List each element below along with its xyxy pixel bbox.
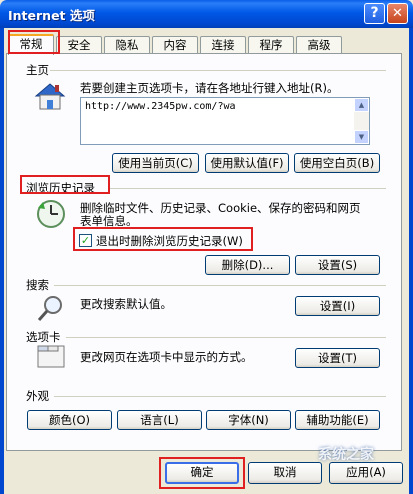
history-clock-icon [37, 200, 65, 228]
search-separator [54, 285, 386, 286]
watermark-text: 系统之家 [318, 447, 374, 463]
home-section-label: 主页 [26, 63, 49, 77]
window-frame-right [409, 28, 413, 494]
languages-button[interactable]: 语言(L) [117, 410, 202, 430]
history-separator [110, 188, 386, 189]
apply-button[interactable]: 应用(A) [329, 462, 403, 484]
search-settings-button[interactable]: 设置(I) [295, 296, 380, 316]
window-title: Internet 选项 [8, 8, 95, 23]
search-section-label: 搜索 [26, 278, 49, 292]
fonts-button[interactable]: 字体(N) [206, 410, 291, 430]
scroll-down-icon[interactable]: ▼ [354, 130, 369, 144]
home-address-field[interactable]: http://www.2345pw.com/?wa [80, 97, 370, 145]
history-description-line2: 表单信息。 [80, 214, 138, 228]
tab-programs[interactable]: 程序 [248, 36, 294, 53]
title-bar[interactable]: Internet 选项 ? ✕ [0, 0, 413, 28]
tabs-separator [66, 337, 386, 338]
ok-button[interactable]: 确定 [165, 462, 239, 484]
delete-on-exit-checkbox[interactable]: ✓ [79, 234, 92, 247]
home-separator [50, 70, 386, 71]
help-button[interactable]: ? [364, 3, 385, 24]
tab-advanced[interactable]: 高级 [296, 36, 342, 53]
tabs-description: 更改网页在选项卡中显示的方式。 [80, 350, 253, 364]
tab-connections[interactable]: 连接 [200, 36, 246, 53]
delete-history-button[interactable]: 删除(D)... [205, 255, 290, 275]
history-section-label: 浏览历史记录 [26, 181, 95, 195]
magnifier-icon [37, 296, 62, 321]
tab-security[interactable]: 安全 [56, 36, 102, 53]
window-frame-left [0, 28, 4, 494]
close-button[interactable]: ✕ [387, 3, 408, 24]
history-settings-button[interactable]: 设置(S) [295, 255, 380, 275]
scroll-up-icon[interactable]: ▲ [354, 98, 369, 112]
use-current-button[interactable]: 使用当前页(C) [112, 153, 199, 173]
accessibility-button[interactable]: 辅助功能(E) [295, 410, 380, 430]
delete-on-exit-label[interactable]: 退出时删除浏览历史记录(W) [96, 233, 243, 249]
home-description: 若要创建主页选项卡，请在各地址行键入地址(R)。 [80, 81, 339, 95]
tab-privacy[interactable]: 隐私 [104, 36, 150, 53]
colors-button[interactable]: 颜色(O) [27, 410, 112, 430]
search-description: 更改搜索默认值。 [80, 297, 172, 311]
house-icon [34, 83, 66, 110]
appearance-separator [54, 396, 386, 397]
use-default-button[interactable]: 使用默认值(F) [205, 153, 289, 173]
tabs-settings-button[interactable]: 设置(T) [295, 348, 380, 368]
tabs-window-icon [37, 345, 65, 368]
tab-content[interactable]: 内容 [152, 36, 198, 53]
cancel-button[interactable]: 取消 [248, 462, 322, 484]
tab-general[interactable]: 常规 [8, 34, 54, 55]
address-scrollbar[interactable]: ▲ ▼ [354, 98, 369, 144]
appearance-section-label: 外观 [26, 389, 49, 403]
use-blank-button[interactable]: 使用空白页(B) [294, 153, 380, 173]
